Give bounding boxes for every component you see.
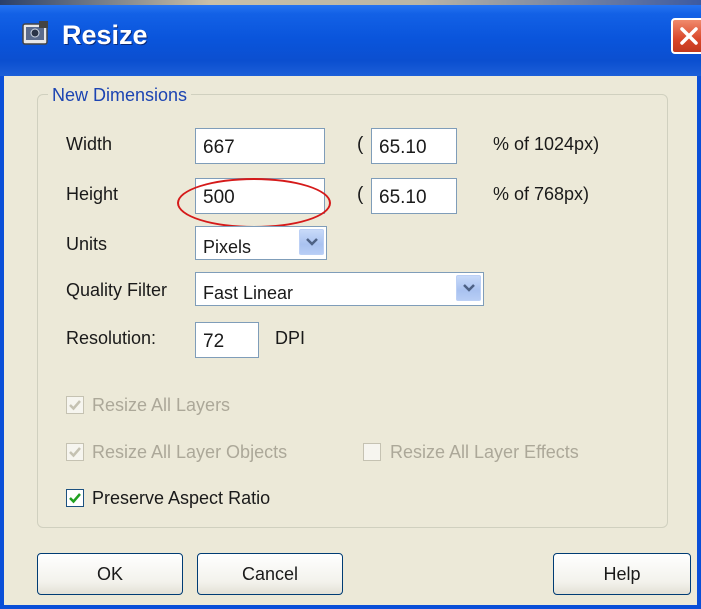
units-selected-value: Pixels: [203, 237, 252, 257]
height-label: Height: [66, 184, 119, 204]
units-select[interactable]: Pixels: [195, 226, 327, 260]
resize-all-layer-objects-label: Resize All Layer Objects: [92, 442, 288, 462]
app-icon: [22, 21, 50, 47]
checkmark-icon: [69, 493, 81, 504]
preserve-aspect-ratio-checkbox[interactable]: [66, 489, 84, 507]
window-title: Resize: [62, 20, 148, 50]
resolution-unit: DPI: [275, 328, 306, 348]
title-bar[interactable]: Resize: [0, 0, 701, 76]
group-title: New Dimensions: [48, 85, 192, 106]
width-percent-suffix: % of 1024px): [493, 134, 600, 154]
quality-filter-dropdown-button[interactable]: [456, 275, 481, 301]
resolution-label: Resolution:: [66, 328, 157, 348]
quality-filter-selected-value: Fast Linear: [203, 283, 294, 303]
resize-all-layer-effects-checkbox[interactable]: [363, 443, 381, 461]
help-button[interactable]: Help: [553, 553, 691, 595]
height-input[interactable]: 500: [195, 178, 325, 214]
width-percent-input[interactable]: 65.10: [371, 128, 457, 164]
resize-all-layers-label: Resize All Layers: [92, 395, 231, 415]
checkmark-icon: [69, 447, 81, 458]
close-icon: [680, 27, 698, 45]
resolution-input[interactable]: 72: [195, 322, 259, 358]
close-button[interactable]: [671, 18, 701, 54]
width-input[interactable]: 667: [195, 128, 325, 164]
height-paren: (: [357, 184, 364, 205]
chevron-down-icon: [306, 238, 318, 246]
height-percent-input[interactable]: 65.10: [371, 178, 457, 214]
units-dropdown-button[interactable]: [299, 229, 324, 255]
resize-all-layers-checkbox[interactable]: [66, 396, 84, 414]
checkmark-icon: [69, 400, 81, 411]
cancel-button[interactable]: Cancel: [197, 553, 343, 595]
units-label: Units: [66, 234, 108, 254]
width-label: Width: [66, 134, 113, 154]
quality-filter-label: Quality Filter: [66, 280, 168, 300]
resize-all-layer-effects-label: Resize All Layer Effects: [390, 442, 579, 462]
width-paren: (: [357, 134, 364, 155]
height-percent-suffix: % of 768px): [493, 184, 590, 204]
ok-button[interactable]: OK: [37, 553, 183, 595]
quality-filter-select[interactable]: Fast Linear: [195, 272, 484, 306]
chevron-down-icon: [463, 284, 475, 292]
resize-all-layer-objects-checkbox[interactable]: [66, 443, 84, 461]
preserve-aspect-ratio-label: Preserve Aspect Ratio: [92, 488, 271, 508]
